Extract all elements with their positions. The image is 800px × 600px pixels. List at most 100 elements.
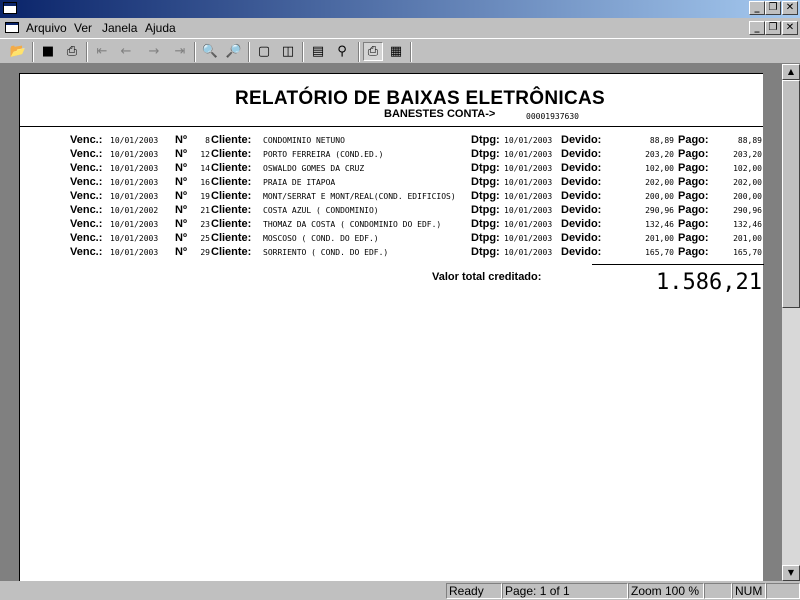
- pago-label: Pago:: [678, 246, 709, 258]
- total-divider: [592, 264, 764, 265]
- export-icon[interactable]: ▦: [386, 42, 406, 61]
- venc-value: 10/01/2002: [110, 206, 159, 215]
- devido-value: 200,00: [645, 192, 674, 201]
- total-value: 1.586,21: [656, 270, 762, 295]
- child-close-button[interactable]: ✕: [782, 21, 798, 35]
- number-label: Nº: [175, 148, 187, 160]
- dtpg-label: Dtpg:: [471, 218, 500, 230]
- number-label: Nº: [175, 176, 187, 188]
- venc-label: Venc.:: [70, 246, 103, 258]
- status-bar: Ready Page: 1 of 1 Zoom 100 % NUM: [0, 581, 800, 600]
- dtpg-label: Dtpg:: [471, 162, 500, 174]
- print-preview-icon[interactable]: ⎙: [363, 42, 383, 61]
- venc-value: 10/01/2003: [110, 150, 159, 159]
- save-icon[interactable]: ■: [38, 42, 58, 61]
- restore-button[interactable]: ❐: [765, 1, 781, 15]
- status-state: Ready: [446, 583, 502, 599]
- pago-label: Pago:: [678, 204, 709, 216]
- app-icon[interactable]: [3, 2, 17, 14]
- venc-value: 10/01/2003: [110, 178, 159, 187]
- total-label: Valor total creditado:: [432, 271, 542, 283]
- menu-janela[interactable]: Janela: [102, 21, 137, 35]
- number-label: Nº: [175, 232, 187, 244]
- report-page: RELATÓRIO DE BAIXAS ELETRÔNICAS BANESTES…: [19, 73, 764, 593]
- cliente-value: OSWALDO GOMES DA CRUZ: [263, 164, 365, 173]
- find-icon[interactable]: ⚲: [332, 42, 352, 61]
- dtpg-value: 10/01/2003: [504, 220, 553, 229]
- venc-value: 10/01/2003: [110, 136, 159, 145]
- last-page-icon[interactable]: ⇥: [170, 42, 190, 61]
- cliente-label: Cliente:: [211, 134, 252, 146]
- pago-label: Pago:: [678, 218, 709, 230]
- document-icon[interactable]: [5, 22, 19, 33]
- devido-label: Devido:: [561, 134, 602, 146]
- menu-ajuda[interactable]: Ajuda: [145, 21, 176, 35]
- number-label: Nº: [175, 218, 187, 230]
- print-icon[interactable]: ⎙: [62, 42, 82, 61]
- preview-area[interactable]: RELATÓRIO DE BAIXAS ELETRÔNICAS BANESTES…: [0, 64, 782, 593]
- child-minimize-button[interactable]: _: [749, 21, 765, 35]
- header-divider: [20, 126, 763, 127]
- vertical-scrollbar[interactable]: ▲ ▼: [782, 64, 800, 581]
- status-num: NUM: [732, 583, 766, 599]
- toolbar-separator: [86, 42, 88, 62]
- pago-value: 203,20: [733, 150, 762, 159]
- dtpg-label: Dtpg:: [471, 148, 500, 160]
- open-icon[interactable]: 📂: [8, 42, 28, 61]
- scroll-up-button[interactable]: ▲: [782, 64, 800, 80]
- child-restore-button[interactable]: ❐: [765, 21, 781, 35]
- cliente-label: Cliente:: [211, 148, 252, 160]
- minimize-button[interactable]: _: [749, 1, 765, 15]
- cliente-label: Cliente:: [211, 246, 252, 258]
- dtpg-label: Dtpg:: [471, 246, 500, 258]
- page-setup-icon[interactable]: ▤: [308, 42, 328, 61]
- number-label: Nº: [175, 204, 187, 216]
- toolbar-separator: [32, 42, 34, 62]
- dtpg-label: Dtpg:: [471, 204, 500, 216]
- menu-ver[interactable]: Ver: [74, 21, 92, 35]
- devido-value: 203,20: [645, 150, 674, 159]
- dtpg-value: 10/01/2003: [504, 164, 553, 173]
- cliente-value: THOMAZ DA COSTA ( CONDOMINIO DO EDF.): [263, 220, 442, 229]
- report-row: Venc.: 10/01/2003 Nº 12 Cliente: PORTO FERREI…: [20, 148, 763, 162]
- next-page-icon[interactable]: →: [144, 42, 164, 61]
- devido-value: 102,00: [645, 164, 674, 173]
- devido-label: Devido:: [561, 190, 602, 202]
- prev-page-icon[interactable]: ←: [116, 42, 136, 61]
- dtpg-label: Dtpg:: [471, 232, 500, 244]
- report-row: Venc.: 10/01/2003 Nº 16 Cliente: PRAIA DE ITA…: [20, 176, 763, 190]
- number-value: 19: [200, 192, 210, 201]
- devido-value: 88,89: [649, 136, 674, 145]
- scroll-down-button[interactable]: ▼: [782, 565, 800, 581]
- toolbar-separator: [248, 42, 250, 62]
- pago-value: 290,96: [733, 206, 762, 215]
- pago-value: 201,00: [733, 234, 762, 243]
- menu-arquivo[interactable]: Arquivo: [26, 21, 67, 35]
- toolbar-separator: [194, 42, 196, 62]
- one-page-icon[interactable]: ▢: [254, 42, 274, 61]
- zoom-in-icon[interactable]: 🔍: [200, 42, 220, 61]
- devido-value: 132,46: [645, 220, 674, 229]
- report-title: RELATÓRIO DE BAIXAS ELETRÔNICAS: [235, 88, 605, 109]
- report-row: Venc.: 10/01/2003 Nº 14 Cliente: OSWALDO GOME…: [20, 162, 763, 176]
- cliente-label: Cliente:: [211, 204, 252, 216]
- two-page-icon[interactable]: ◫: [278, 42, 298, 61]
- number-value: 29: [200, 248, 210, 257]
- number-value: 16: [200, 178, 210, 187]
- zoom-out-icon[interactable]: 🔎: [224, 42, 244, 61]
- number-value: 8: [205, 136, 210, 145]
- close-button[interactable]: ✕: [782, 1, 798, 15]
- scroll-thumb[interactable]: [782, 80, 800, 308]
- report-row: Venc.: 10/01/2003 Nº 8 Cliente: CONDOMINIO NE…: [20, 134, 763, 148]
- dtpg-value: 10/01/2003: [504, 136, 553, 145]
- status-scroll: [766, 583, 800, 599]
- dtpg-value: 10/01/2003: [504, 192, 553, 201]
- report-row: Venc.: 10/01/2003 Nº 23 Cliente: THOMAZ DA CO…: [20, 218, 763, 232]
- venc-label: Venc.:: [70, 190, 103, 202]
- number-value: 21: [200, 206, 210, 215]
- dtpg-value: 10/01/2003: [504, 150, 553, 159]
- venc-value: 10/01/2003: [110, 234, 159, 243]
- menu-bar: Arquivo Ver Janela Ajuda _ ❐ ✕: [0, 18, 800, 38]
- first-page-icon[interactable]: ⇤: [92, 42, 112, 61]
- devido-value: 165,70: [645, 248, 674, 257]
